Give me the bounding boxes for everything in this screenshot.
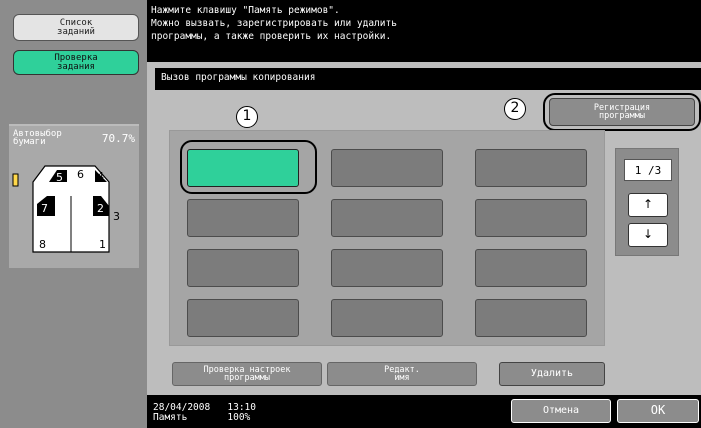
page-indicator: 1 /3 xyxy=(624,159,672,181)
callout-1: 1 xyxy=(236,106,258,128)
tray-8-label: 8 xyxy=(39,238,46,251)
job-check-button[interactable]: Проверка задания xyxy=(13,50,139,75)
register-program-button[interactable]: Регистрация программы xyxy=(549,98,695,126)
memory-value: 100% xyxy=(227,412,251,423)
tray-7-label: 7 xyxy=(41,202,48,215)
program-slot-12[interactable] xyxy=(475,299,587,337)
program-slot-11[interactable] xyxy=(331,299,443,337)
status-info: 28/04/2008 13:10 Память 100% xyxy=(153,403,256,423)
tray-diagram-icon: 5 6 4 7 2 3 8 1 xyxy=(12,165,120,253)
left-panel: Список заданий Проверка задания Автовыбо… xyxy=(0,0,147,428)
program-slot-2[interactable] xyxy=(331,149,443,187)
callout-2: 2 xyxy=(504,98,526,120)
tray-6-label: 6 xyxy=(77,168,84,181)
edit-name-button[interactable]: Редакт. имя xyxy=(327,362,477,386)
job-list-button[interactable]: Список заданий xyxy=(13,14,139,41)
main-area: Вызов программы копирования Регистрация … xyxy=(147,62,701,395)
check-program-settings-button[interactable]: Проверка настроек программы xyxy=(172,362,322,386)
program-slot-8[interactable] xyxy=(331,249,443,287)
page-up-button[interactable]: ↑ xyxy=(628,193,668,217)
program-slot-7[interactable] xyxy=(187,249,299,287)
selected-slot-highlight-ring xyxy=(180,140,317,194)
tray-2-label: 2 xyxy=(97,202,104,215)
tray-5-label: 5 xyxy=(56,171,63,184)
program-slot-4[interactable] xyxy=(187,199,299,237)
memory-label: Память xyxy=(153,412,188,423)
program-slot-9[interactable] xyxy=(475,249,587,287)
tray-3-label: 3 xyxy=(113,210,120,223)
page-navigator: 1 /3 ↑ ↓ xyxy=(615,148,679,256)
message-bar: Нажмите клавишу "Память режимов". Можно … xyxy=(147,0,701,62)
screen-title: Вызов программы копирования xyxy=(155,68,701,90)
cancel-button[interactable]: Отмена xyxy=(511,399,611,423)
bottom-bar: 28/04/2008 13:10 Память 100% Отмена OK xyxy=(147,395,701,428)
paper-tray-diagram: Автовыбор бумаги 70.7% 5 6 4 7 2 3 8 1 xyxy=(9,124,139,268)
program-slot-10[interactable] xyxy=(187,299,299,337)
program-slot-5[interactable] xyxy=(331,199,443,237)
delete-button[interactable]: Удалить xyxy=(499,362,605,386)
tray-1-label: 1 xyxy=(99,238,106,251)
program-slot-3[interactable] xyxy=(475,149,587,187)
ok-button[interactable]: OK xyxy=(617,399,699,423)
page-down-button[interactable]: ↓ xyxy=(628,223,668,247)
tray-4-label: 4 xyxy=(97,170,104,183)
program-slot-6[interactable] xyxy=(475,199,587,237)
